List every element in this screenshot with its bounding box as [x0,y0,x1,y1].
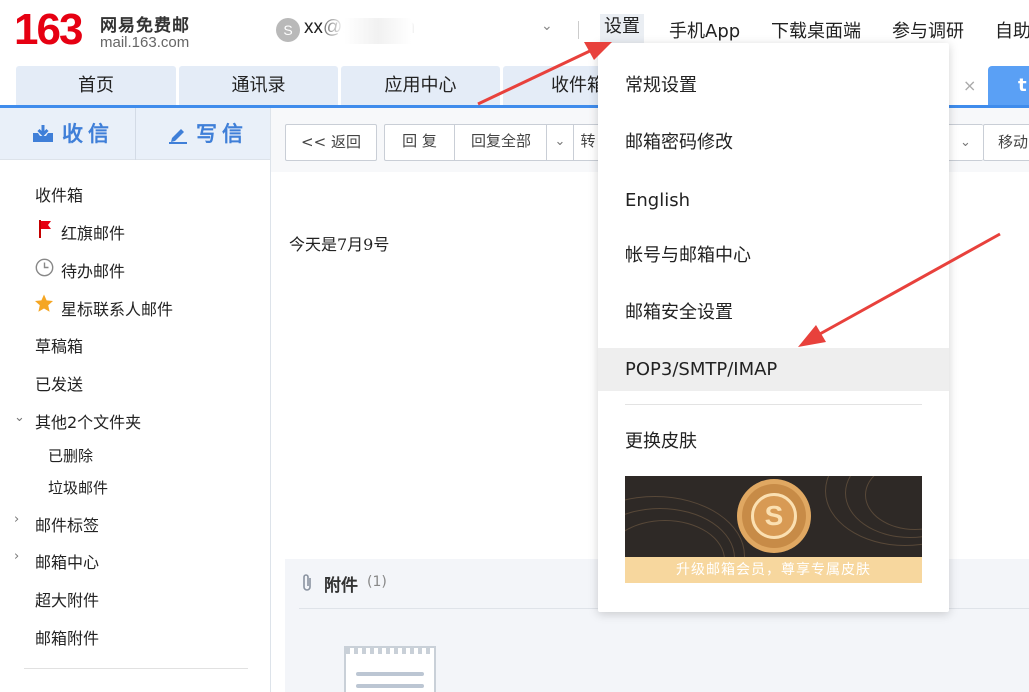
sidebar-actions: 收信 写信 [0,108,270,160]
sidebar-actions-divider [135,108,136,160]
sidebar-divider [24,668,248,669]
menu-divider [625,404,922,405]
logo-163[interactable]: 163 [14,4,83,56]
mail-body-text: 今天是7月9号 [289,235,390,254]
chevron-down-icon[interactable]: ⌄ [14,410,25,425]
skin-banner-text: 升级邮箱会员，尊享专属皮肤 [625,557,922,583]
red-flag-icon [39,220,51,238]
sidebar-item-starred-contacts[interactable]: 星标联系人邮件 [61,296,173,320]
chevron-right-icon[interactable]: › [14,549,19,564]
back-button[interactable]: << 返回 [285,124,377,161]
pen-icon [169,129,187,144]
settings-dropdown-menu: 常规设置 邮箱密码修改 English 帐号与邮箱中心 邮箱安全设置 POP3/… [598,43,949,612]
menu-item-account-center[interactable]: 帐号与邮箱中心 [598,234,949,277]
sidebar-item-mailbox-center[interactable]: 邮箱中心 [35,549,99,573]
sidebar-item-spam[interactable]: 垃圾邮件 [48,477,108,498]
download-desktop-link[interactable]: 下载桌面端 [771,17,861,43]
sidebar-item-mail-tags[interactable]: 邮件标签 [35,512,99,536]
attachments-title: 附件 [324,576,358,596]
close-icon[interactable]: × [963,76,976,95]
vip-badge-icon: S [742,484,806,548]
star-icon [35,294,53,312]
survey-link[interactable]: 参与调研 [892,17,964,43]
logo-url-text: mail.163.com [100,34,190,51]
attachments-count: (1) [367,574,387,590]
reply-button[interactable]: 回 复 [384,124,455,161]
menu-item-change-password[interactable]: 邮箱密码修改 [598,121,949,164]
sidebar-item-red-flag[interactable]: 红旗邮件 [61,220,125,244]
avatar[interactable]: S [276,18,300,42]
sidebar: 收信 写信 收件箱 红旗邮件 待办邮件 星标联系人邮件 草稿箱 已发送 ⌄ 其他… [0,108,271,692]
sidebar-item-other-folders[interactable]: 其他2个文件夹 [35,409,141,433]
menu-item-change-skin[interactable]: 更换皮肤 [598,420,949,463]
inbox-download-icon [33,125,53,142]
receive-label: 收信 [62,122,114,146]
sidebar-item-drafts[interactable]: 草稿箱 [35,333,83,357]
file-line [356,672,424,676]
file-line [356,684,424,688]
logo-brand-text: 网易免费邮 [100,16,190,36]
sidebar-item-mailbox-attachments[interactable]: 邮箱附件 [35,625,99,649]
sidebar-item-large-attachments[interactable]: 超大附件 [35,587,99,611]
attachment-file-icon[interactable] [344,646,436,692]
sidebar-item-inbox[interactable]: 收件箱 [35,182,83,206]
sidebar-item-todo[interactable]: 待办邮件 [61,258,125,282]
file-edge [346,648,434,654]
mobile-app-link[interactable]: 手机App [669,17,740,43]
settings-link[interactable]: 设置 [600,14,644,44]
compose-label: 写信 [196,122,248,146]
sidebar-item-deleted[interactable]: 已删除 [48,445,93,466]
move-button[interactable]: 移动 [983,124,1029,161]
chevron-down-icon[interactable]: ⌄ [541,18,553,34]
vip-badge-symbol: S [751,493,797,539]
chevron-down-icon[interactable]: ⌄ [547,124,573,161]
tab-home[interactable]: 首页 [16,66,176,105]
header-divider [578,21,579,39]
chevron-down-icon[interactable]: ⌄ [947,124,983,161]
tab-contacts[interactable]: 通讯录 [179,66,338,105]
email-redaction-blur [322,18,434,44]
tab-current-mail[interactable]: t [988,66,1029,105]
self-service-link[interactable]: 自助 [995,17,1029,43]
skin-upgrade-banner[interactable]: S 升级邮箱会员，尊享专属皮肤 [625,476,922,583]
tab-app-center[interactable]: 应用中心 [341,66,500,105]
menu-item-pop3-smtp-imap[interactable]: POP3/SMTP/IMAP [598,348,949,391]
chevron-right-icon[interactable]: › [14,512,19,527]
reply-all-button[interactable]: 回复全部 [455,124,547,161]
clock-icon [35,258,54,277]
paperclip-icon [303,574,311,591]
menu-item-general-settings[interactable]: 常规设置 [598,64,949,107]
menu-item-english[interactable]: English [598,179,949,222]
sidebar-item-sent[interactable]: 已发送 [35,371,83,395]
menu-item-security-settings[interactable]: 邮箱安全设置 [598,291,949,334]
